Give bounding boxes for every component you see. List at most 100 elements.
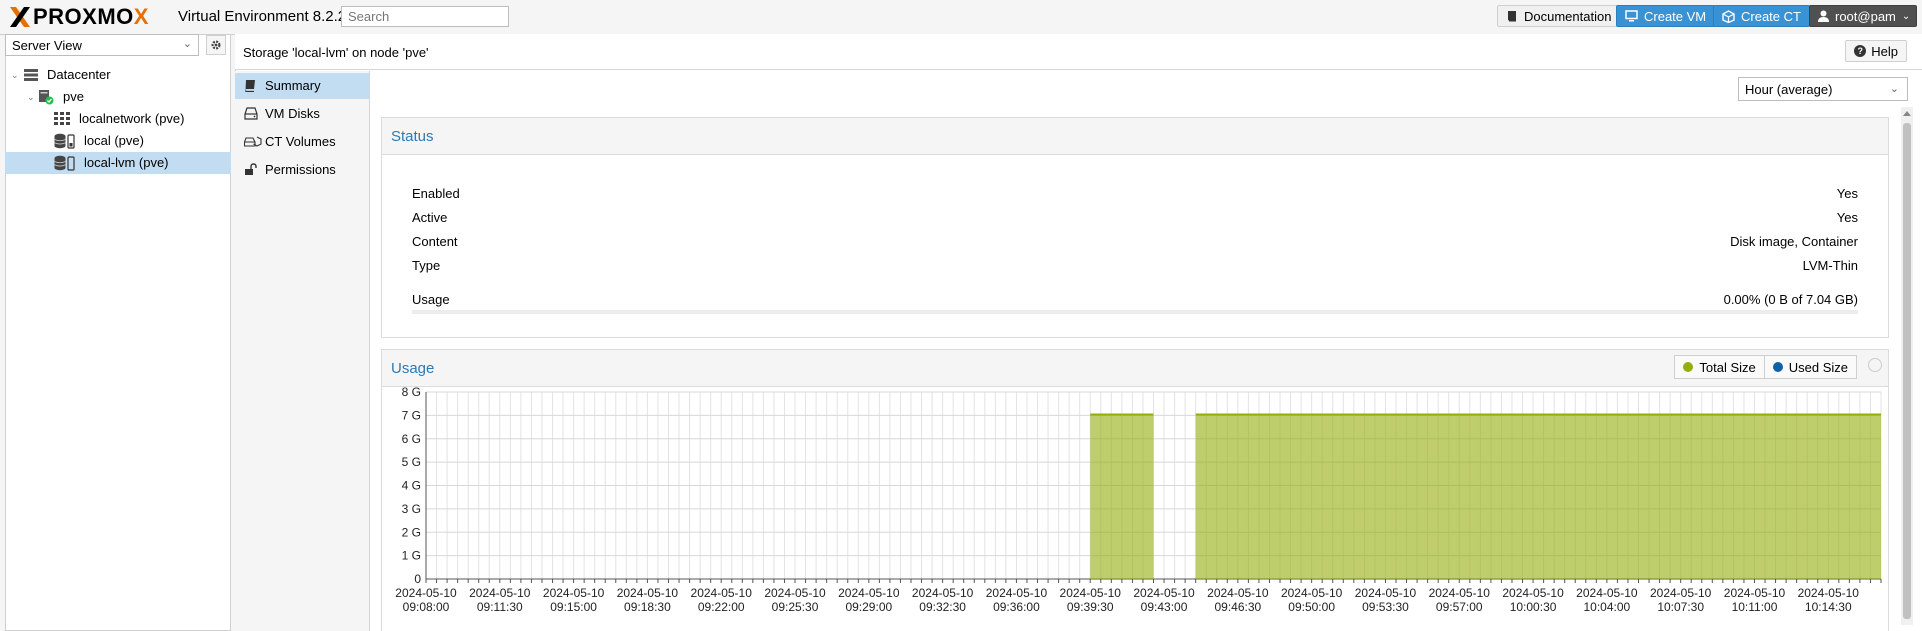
tree-item-localnetwork[interactable]: localnetwork (pve) (5, 108, 231, 130)
tree-item-local[interactable]: local (pve) (5, 130, 231, 152)
tree-settings-button[interactable] (206, 35, 226, 55)
timeframe-selector[interactable]: Hour (average) ⌄ (1738, 77, 1908, 101)
chevron-down-icon: ⌄ (1901, 10, 1911, 22)
user-menu-button[interactable]: root@pam ⌄ (1809, 5, 1918, 27)
monitor-icon (1625, 10, 1638, 22)
top-bar: PROXMOX Virtual Environment 8.2.2 Docume… (0, 0, 1922, 35)
x-tick-label: 2024-05-10 09:43:00 (1133, 586, 1195, 614)
proxmox-logo[interactable]: PROXMOX (8, 4, 149, 30)
status-panel-title: Status (391, 128, 434, 145)
x-tick-label: 2024-05-10 09:11:30 (469, 586, 531, 614)
scroll-up-icon[interactable] (1903, 111, 1911, 116)
logo-wordmark: PROXMOX (33, 4, 149, 29)
x-tick-label: 2024-05-10 10:00:30 (1502, 586, 1564, 614)
x-tick-label: 2024-05-10 09:15:00 (543, 586, 605, 614)
container-disk-icon (244, 136, 262, 147)
create-ct-button[interactable]: Create CT (1713, 5, 1810, 27)
legend-total-size[interactable]: Total Size (1674, 355, 1765, 379)
status-value: 0.00% (0 B of 7.04 GB) (1723, 292, 1858, 307)
tab-label: VM Disks (265, 106, 320, 121)
help-button[interactable]: ? Help (1845, 40, 1907, 62)
tree-item-pve[interactable]: ⌄ pve (5, 86, 231, 108)
vertical-scrollbar[interactable] (1901, 107, 1913, 625)
y-tick-label: 6 G (402, 432, 421, 446)
x-tick-label: 2024-05-10 09:29:00 (838, 586, 900, 614)
usage-panel-header: Usage Total Size Used Size (382, 350, 1888, 387)
create-vm-button[interactable]: Create VM (1616, 5, 1716, 27)
y-tick-label: 0 (414, 572, 421, 586)
x-tick-label: 2024-05-10 09:39:30 (1060, 586, 1122, 614)
status-key: Active (412, 210, 448, 225)
status-value: Yes (1836, 186, 1858, 201)
proxmox-x-icon (10, 7, 30, 27)
tree-item-label: localnetwork (pve) (79, 111, 185, 126)
x-tick-label: 2024-05-10 10:07:30 (1650, 586, 1712, 614)
status-key: Enabled (412, 186, 460, 201)
x-tick-label: 2024-05-10 09:18:30 (617, 586, 679, 614)
tree-item-datacenter[interactable]: ⌄ Datacenter (5, 64, 231, 86)
status-key: Usage (412, 292, 450, 307)
create-ct-label: Create CT (1741, 8, 1801, 24)
y-tick-label: 4 G (402, 479, 421, 493)
collapse-icon[interactable]: ⌄ (27, 86, 35, 108)
y-tick-label: 7 G (402, 408, 421, 422)
unlock-icon (245, 163, 257, 175)
x-tick-label: 2024-05-10 09:08:00 (395, 586, 457, 614)
view-selector-value: Server View (12, 38, 82, 53)
cube-icon (1722, 9, 1735, 23)
storage-icon (54, 155, 75, 171)
y-tick-label: 8 G (402, 386, 421, 399)
tab-summary[interactable]: Summary (235, 73, 369, 99)
content-header: Storage 'local-lvm' on node 'pve' ? Help (235, 34, 1922, 70)
tab-permissions[interactable]: Permissions (235, 157, 369, 183)
legend-swatch (1683, 362, 1694, 372)
create-vm-label: Create VM (1644, 8, 1707, 24)
tab-label: CT Volumes (265, 134, 336, 149)
status-panel: Status Enabled Yes Active Yes Content Di… (381, 117, 1889, 338)
user-icon (1818, 10, 1829, 22)
storage-icon (54, 133, 75, 149)
x-tick-label: 2024-05-10 10:14:30 (1798, 586, 1860, 614)
x-tick-label: 2024-05-10 10:11:00 (1724, 586, 1786, 614)
user-label: root@pam (1835, 8, 1896, 24)
datacenter-icon (24, 69, 38, 81)
legend-label: Used Size (1788, 359, 1848, 375)
tab-ct-volumes[interactable]: CT Volumes (235, 129, 369, 155)
usage-panel-title: Usage (391, 360, 435, 377)
tree-item-label: local-lvm (pve) (84, 155, 169, 170)
area-segment (1090, 414, 1154, 579)
status-key: Content (412, 234, 458, 249)
y-tick-label: 1 G (402, 549, 421, 563)
collapse-icon[interactable]: ⌄ (11, 64, 19, 86)
status-value: Disk image, Container (1730, 234, 1858, 249)
x-tick-label: 2024-05-10 09:50:00 (1281, 586, 1343, 614)
timeframe-value: Hour (average) (1745, 82, 1833, 97)
chart-legend: Total Size Used Size (1674, 355, 1857, 379)
x-tick-label: 2024-05-10 10:04:00 (1576, 586, 1638, 614)
usage-panel: Usage Total Size Used Size 0 1 G 2 G 3 G 4 G… (381, 349, 1889, 631)
tab-vm-disks[interactable]: VM Disks (235, 101, 369, 127)
tree-item-local-lvm[interactable]: local-lvm (pve) (5, 152, 231, 174)
usage-chart: 0 1 G 2 G 3 G 4 G 5 G 6 G 7 G 8 G 2024-05-10 09:08… (395, 386, 1882, 614)
gear-icon (211, 40, 221, 50)
hdd-icon (244, 107, 258, 120)
area-segment (1195, 414, 1881, 579)
x-tick-label: 2024-05-10 09:36:00 (986, 586, 1048, 614)
documentation-label: Documentation (1524, 8, 1612, 24)
tab-label: Permissions (265, 162, 336, 177)
legend-label: Total Size (1699, 359, 1756, 375)
legend-used-size[interactable]: Used Size (1763, 355, 1857, 379)
tree-item-label: Datacenter (47, 67, 111, 82)
undo-zoom-icon[interactable] (1868, 358, 1882, 372)
status-value: LVM-Thin (1802, 258, 1858, 273)
tab-label: Summary (265, 78, 321, 93)
node-online-icon (39, 90, 54, 105)
question-circle-icon: ? (1854, 45, 1867, 57)
view-selector[interactable]: Server View ⌄ (5, 34, 199, 56)
documentation-button[interactable]: Documentation (1497, 5, 1621, 27)
scrollbar-thumb[interactable] (1903, 123, 1911, 619)
search-input[interactable] (341, 6, 509, 27)
x-tick-label: 2024-05-10 09:53:30 (1355, 586, 1417, 614)
usage-progress-bar (412, 310, 1858, 314)
status-value: Yes (1836, 210, 1858, 225)
